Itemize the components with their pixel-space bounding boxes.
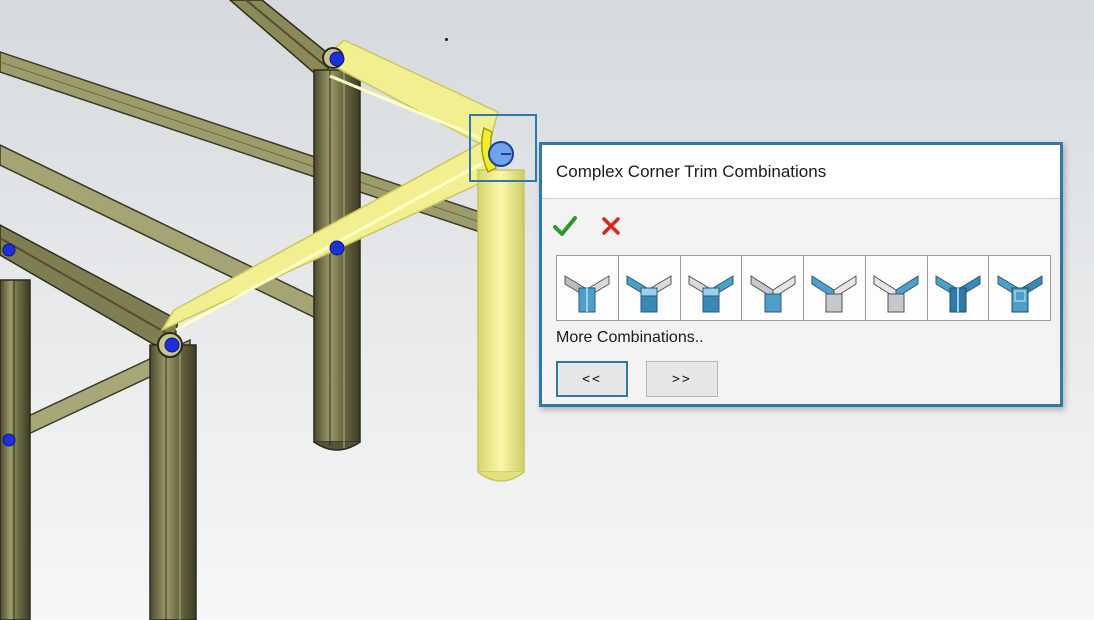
complex-corner-trim-popup: Complex Corner Trim Combinations More Co… [539,142,1063,407]
next-button[interactable]: >> [646,361,718,397]
combination-option-2[interactable] [618,256,681,320]
cancel-button[interactable] [598,213,624,239]
frame-member-post-back[interactable] [313,69,361,451]
combination-option-1[interactable] [557,256,619,320]
combination-option-7[interactable] [927,256,990,320]
combination-option-6[interactable] [865,256,928,320]
selected-member-corner-post[interactable] [477,169,525,482]
combination-option-5[interactable] [804,256,866,320]
combination-option-4[interactable] [742,256,804,320]
combination-option-3[interactable] [680,256,743,320]
corner-combination-3-icon [688,275,734,313]
more-combinations-label[interactable]: More Combinations.. [556,329,704,347]
corner-combination-5-icon [811,275,857,313]
corner-combination-4-icon [750,275,796,313]
corner-selection-box[interactable] [469,114,537,182]
popup-title: Complex Corner Trim Combinations [542,145,1060,199]
frame-member-post-left[interactable] [0,279,31,620]
green-checkmark-icon [553,216,577,236]
frame-member-top-rail-back[interactable] [228,0,338,80]
red-x-icon [602,217,620,235]
corner-combination-1-icon [564,275,610,313]
corner-combination-2-icon [626,275,672,313]
previous-button[interactable]: << [556,361,628,397]
frame-member-rail-upper[interactable] [0,144,321,322]
cursor-dot [445,38,448,41]
corner-combination-8-icon [997,275,1043,313]
corner-combination-7-icon [935,275,981,313]
ok-button[interactable] [551,213,579,239]
combinations-strip [556,255,1051,321]
combination-option-8[interactable] [989,256,1050,320]
frame-member-post-front[interactable] [149,344,197,620]
corner-combination-6-icon [873,275,919,313]
